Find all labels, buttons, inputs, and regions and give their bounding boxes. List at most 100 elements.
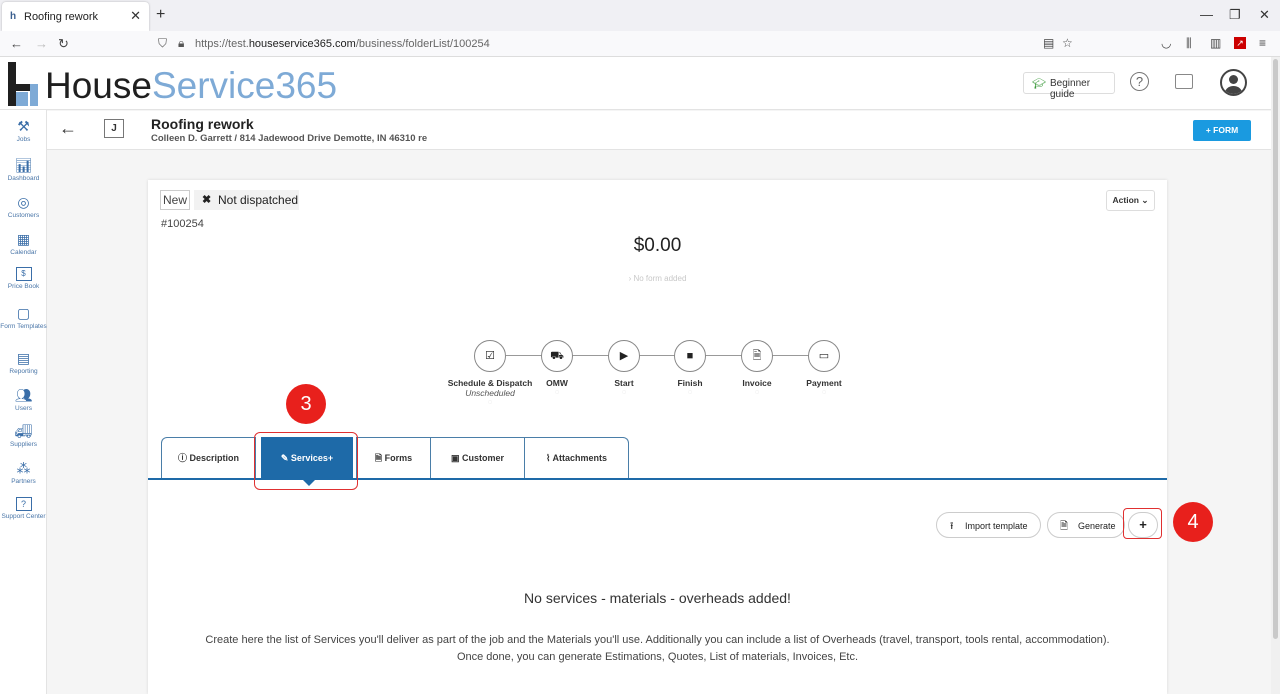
annotation-step-3: 3 <box>286 384 326 424</box>
sidebar-item-label: Price Book <box>7 283 40 290</box>
import-template-button[interactable]: ⭱ Import template <box>936 512 1041 538</box>
sidebar-item-form-templates[interactable]: ▢ Form Templates <box>0 305 47 331</box>
bookmark-star-icon[interactable]: ☆ <box>1062 36 1073 50</box>
url-bar[interactable]: ⛉ 🔒︎ https://test.houseservice365.com/bu… <box>150 33 1080 55</box>
logo-h-icon <box>8 62 38 106</box>
browser-tab-title: Roofing rework <box>24 11 98 23</box>
forward-icon[interactable]: → <box>35 36 48 51</box>
pocket-icon[interactable]: ◡ <box>1161 36 1171 50</box>
sidebar-item-support-center[interactable]: ? Support Center <box>0 497 47 521</box>
restore-icon[interactable]: ❐ <box>1229 7 1241 23</box>
sidebar-item-label: Suppliers <box>9 441 38 448</box>
close-tab-icon[interactable]: ✕ <box>130 8 141 24</box>
sidebar-item-users[interactable]: 👥︎ Users <box>0 387 47 413</box>
sidebar-item-label: Calendar <box>10 249 37 256</box>
upload-icon: ⭱ <box>950 521 954 532</box>
graduation-cap-icon: 🎓︎ <box>1032 78 1046 90</box>
generate-label: Generate <box>1078 521 1116 531</box>
generate-button[interactable]: 🗎︎ Generate <box>1047 512 1125 538</box>
back-arrow-icon[interactable]: ← <box>59 118 77 139</box>
job-amount: $0.00 <box>633 235 682 256</box>
browser-tab-bar: h Roofing rework ✕ + — ❐ ✕ <box>0 0 1280 31</box>
support-icon: ? <box>15 497 32 511</box>
empty-state-description: Create here the list of Services you'll … <box>148 632 1167 666</box>
annotation-step-4: 4 <box>1173 502 1213 542</box>
comment-icon: ◌ <box>487 399 493 406</box>
lock-icon[interactable]: 🔒︎ <box>178 36 184 51</box>
user-avatar-icon[interactable] <box>1220 69 1247 96</box>
logo-text-house: House <box>45 65 152 106</box>
sidebar-toggle-icon[interactable]: ▥ <box>1210 36 1221 50</box>
sidebar-item-partners[interactable]: ⁂ Partners <box>0 460 47 486</box>
sidebar-item-reporting[interactable]: ▤ Reporting <box>0 350 47 376</box>
sidebar: ⚒ Jobs 📊︎ Dashboard ◎ Customers ▦ Calend… <box>0 110 47 694</box>
stop-icon: ■ <box>674 340 706 372</box>
empty-state-title: No services - materials - overheads adde… <box>524 590 791 606</box>
empty-state-line-1: Create here the list of Services you'll … <box>205 634 1110 646</box>
sidebar-item-label: Dashboard <box>7 175 40 182</box>
sidebar-item-dashboard[interactable]: 📊︎ Dashboard <box>0 157 47 183</box>
library-icon[interactable]: ⫼ <box>1186 36 1192 51</box>
play-icon: ▶ <box>608 340 640 372</box>
tab-attachments[interactable]: ⌇ Attachments <box>524 437 629 478</box>
bar-chart-icon: 📊︎ <box>14 157 33 173</box>
beginner-guide-label: Beginner guide <box>1050 78 1091 100</box>
invoice-icon: 🗎︎ <box>741 340 773 372</box>
browser-nav-bar: ← → ↻ ⛉ 🔒︎ https://test.houseservice365.… <box>0 31 1280 57</box>
sidebar-item-label: Jobs <box>16 136 31 143</box>
tab-label: Forms <box>384 453 413 463</box>
partners-icon: ⁂ <box>16 460 31 476</box>
folder-icon[interactable] <box>1175 74 1193 89</box>
customers-icon: ◎ <box>17 194 30 210</box>
help-icon[interactable]: ? <box>1130 72 1149 91</box>
job-type-badge: J <box>104 119 124 138</box>
sidebar-item-customers[interactable]: ◎ Customers <box>0 194 47 220</box>
truck-icon: ⛟ <box>541 340 573 372</box>
close-window-icon[interactable]: ✕ <box>1259 7 1270 23</box>
form-templates-icon: ▢ <box>16 305 31 321</box>
logo-text-service: Service365 <box>151 65 338 106</box>
menu-icon[interactable]: ≡ <box>1259 36 1266 50</box>
browser-tab[interactable]: h Roofing rework ✕ <box>2 2 149 31</box>
calendar-check-icon: ☑ <box>474 340 506 372</box>
dispatch-status-label: Not dispatched <box>218 193 299 207</box>
no-form-label: No form added <box>633 274 687 283</box>
shield-icon[interactable]: ⛉ <box>158 36 167 51</box>
add-button-highlight <box>1123 508 1162 539</box>
app-header: HouseService365 🎓︎ Beginner guide ? <box>0 57 1280 110</box>
close-icon: ✖ <box>202 194 212 206</box>
job-header: ← J Roofing rework Colleen D. Garrett / … <box>47 111 1280 150</box>
status-badge-new: New <box>160 190 190 210</box>
job-customer-address: Colleen D. Garrett / 814 Jadewood Drive … <box>151 133 428 144</box>
tab-forms[interactable]: 🗎︎ Forms <box>356 437 431 478</box>
tab-customer[interactable]: ▣ Customer <box>430 437 525 478</box>
url-text[interactable]: https://test.houseservice365.com/busines… <box>195 38 490 50</box>
action-dropdown-button[interactable]: Action ⌄ <box>1106 190 1155 211</box>
dispatch-status-badge: ✖ Not dispatched <box>194 190 299 210</box>
reload-icon[interactable]: ↻ <box>58 36 69 52</box>
new-tab-icon[interactable]: + <box>156 6 165 24</box>
sidebar-item-price-book[interactable]: $ Price Book <box>0 267 47 291</box>
import-template-label: Import template <box>965 521 1028 531</box>
empty-state-line-2: Once done, you can generate Estimations,… <box>456 651 859 663</box>
step-payment[interactable]: ▭ Payment ◌ <box>779 340 869 397</box>
reader-icon[interactable]: ▤ <box>1043 36 1054 50</box>
scrollbar-thumb[interactable] <box>1273 59 1278 639</box>
step-label: Payment <box>806 378 842 388</box>
back-icon[interactable]: ← <box>10 36 23 51</box>
sidebar-item-calendar[interactable]: ▦ Calendar <box>0 231 47 257</box>
users-icon: 👥︎ <box>14 387 33 403</box>
pdf-extension-icon[interactable]: ↗ <box>1234 37 1246 49</box>
sidebar-item-label: Partners <box>11 478 36 485</box>
beginner-guide-button[interactable]: 🎓︎ Beginner guide <box>1023 72 1115 100</box>
credit-card-icon: ▭ <box>808 340 840 372</box>
sidebar-item-jobs[interactable]: ⚒ Jobs <box>0 118 47 144</box>
minimize-icon[interactable]: — <box>1200 7 1213 22</box>
tab-description[interactable]: ⓘ Description <box>161 437 256 478</box>
sidebar-item-suppliers[interactable]: 🚚︎ Suppliers <box>0 423 47 449</box>
tab-label: Attachments <box>552 453 608 463</box>
tab-label: Customer <box>462 453 505 463</box>
page-scrollbar[interactable] <box>1271 57 1280 694</box>
add-form-button[interactable]: + FORM <box>1193 120 1251 141</box>
calendar-icon: ▦ <box>16 231 31 247</box>
